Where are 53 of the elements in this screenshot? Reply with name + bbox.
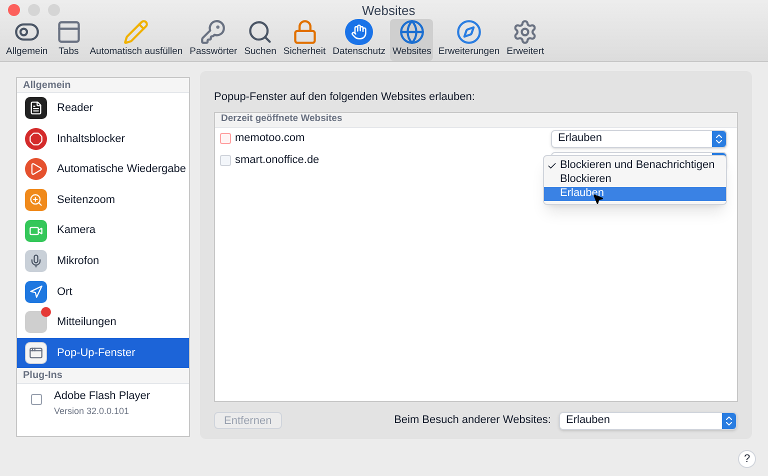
section-header: Allgemein bbox=[17, 78, 189, 93]
toolbar-tab[interactable]: Passwörter bbox=[188, 19, 240, 61]
play-icon bbox=[25, 158, 47, 180]
section-header: Plug-Ins bbox=[17, 368, 189, 384]
toolbar-tab[interactable]: Suchen bbox=[242, 19, 278, 61]
toolbar-tab[interactable]: Websites bbox=[390, 19, 434, 61]
pencil-icon bbox=[122, 19, 150, 45]
sidebar-item[interactable]: Seitenzoom bbox=[17, 184, 189, 216]
sidebar-item[interactable]: Inhaltsblocker bbox=[17, 124, 189, 154]
sidebar-item[interactable]: Mikrofon bbox=[17, 246, 189, 277]
site-name: memotoo.com bbox=[235, 131, 306, 146]
checkbox[interactable] bbox=[31, 394, 42, 406]
checkmark-icon bbox=[547, 160, 557, 170]
calendar-icon bbox=[220, 133, 231, 144]
compass-icon bbox=[455, 19, 484, 45]
close-button[interactable] bbox=[8, 4, 20, 16]
menu-item[interactable]: Blockieren und Benachrichtigen bbox=[544, 158, 726, 172]
table-header: Derzeit geöffnete Websites bbox=[215, 112, 737, 128]
sidebar-item[interactable]: Mitteilungen bbox=[17, 307, 189, 338]
toolbar-tab[interactable]: Erweitert bbox=[504, 19, 546, 61]
stop-sign-icon bbox=[25, 128, 47, 150]
default-permission-select[interactable]: Erlauben bbox=[559, 412, 737, 430]
zoom-icon bbox=[25, 189, 47, 212]
sidebar-item[interactable]: Pop-Up-Fenster bbox=[17, 338, 189, 368]
toolbar-tab[interactable]: Allgemein bbox=[4, 19, 50, 61]
permission-select[interactable]: Erlauben bbox=[551, 130, 727, 148]
sidebar-item[interactable]: Automatische Wiedergabe bbox=[17, 154, 189, 185]
toolbar-tab[interactable]: Automatisch ausfüllen bbox=[88, 19, 185, 61]
other-websites-label: Beim Besuch anderer Websites: bbox=[394, 413, 551, 428]
window-icon bbox=[25, 342, 47, 364]
window-title: Websites bbox=[362, 2, 416, 20]
plugin-name: Adobe Flash Player bbox=[54, 389, 150, 404]
toolbar-tab[interactable]: Erweiterungen bbox=[436, 19, 502, 61]
sidebar-item[interactable]: Kamera bbox=[17, 215, 189, 246]
globe-icon bbox=[398, 19, 426, 45]
site-name: smart.onoffice.de bbox=[235, 153, 320, 168]
plugin-version: Version 32.0.0.101 bbox=[54, 404, 130, 418]
panel-heading: Popup-Fenster auf den folgenden Websites erlauben: bbox=[214, 90, 476, 105]
stepper-icon bbox=[712, 130, 726, 146]
sidebar-item[interactable]: Reader bbox=[17, 93, 189, 124]
help-button[interactable]: ? bbox=[738, 450, 756, 468]
sidebar-item[interactable]: Ort bbox=[17, 276, 189, 308]
hand-icon bbox=[345, 19, 374, 45]
toolbar-tab[interactable]: Datenschutz bbox=[330, 19, 388, 61]
toolbar-tab[interactable]: Tabs bbox=[52, 19, 85, 61]
menu-item[interactable]: Blockieren bbox=[544, 172, 726, 186]
page-icon bbox=[220, 155, 231, 166]
key-icon bbox=[199, 19, 228, 45]
stepper-icon bbox=[722, 412, 736, 428]
camera-icon bbox=[25, 220, 47, 242]
microphone-icon bbox=[25, 250, 47, 272]
document-icon bbox=[25, 97, 47, 120]
toolbar-tab[interactable]: Sicherheit bbox=[281, 19, 328, 61]
